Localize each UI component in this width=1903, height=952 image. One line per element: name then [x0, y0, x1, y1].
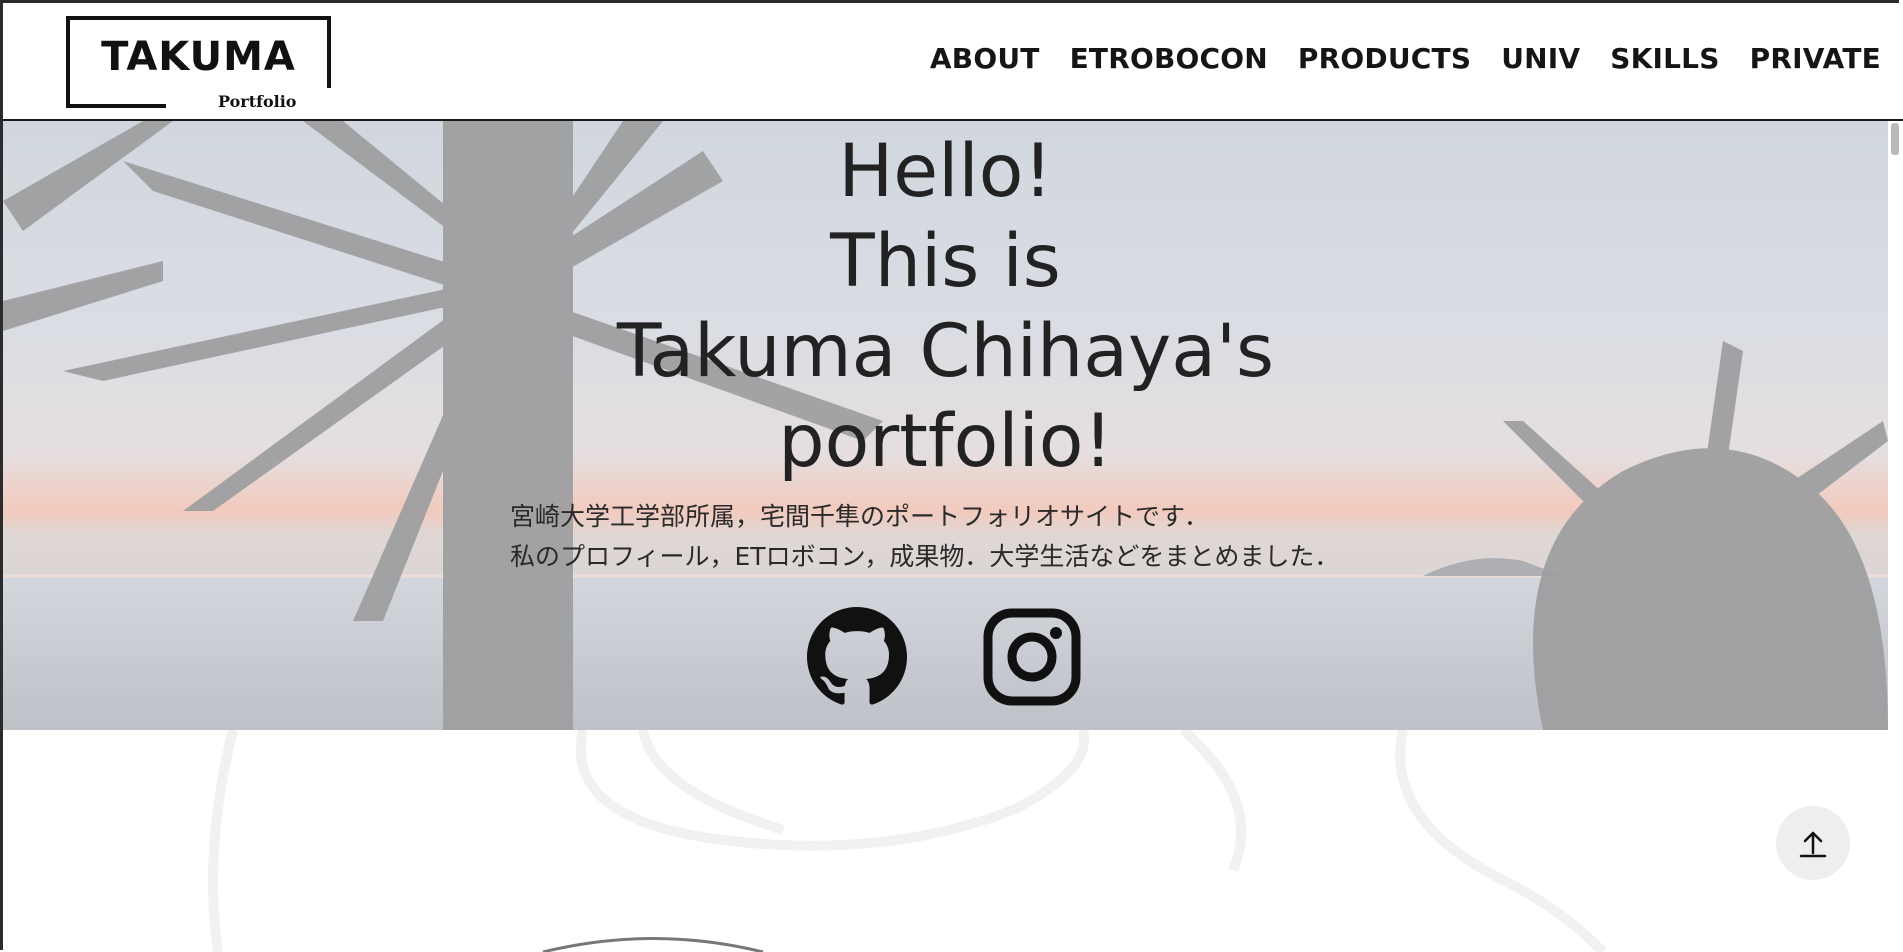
github-icon — [807, 607, 907, 705]
logo-title: TAKUMA — [101, 34, 296, 80]
nav-univ[interactable]: UNIV — [1501, 42, 1580, 75]
instagram-link[interactable] — [983, 608, 1081, 711]
instagram-icon — [983, 608, 1081, 706]
hero-title-line: Takuma Chihaya's — [616, 309, 1275, 394]
nav-products[interactable]: PRODUCTS — [1298, 42, 1471, 75]
scrollbar-thumb[interactable] — [1891, 123, 1899, 155]
logo-subtitle: Portfolio — [214, 92, 301, 111]
arrow-up-icon — [1799, 831, 1827, 858]
scroll-to-top-button[interactable] — [1776, 806, 1850, 880]
nav-skills[interactable]: SKILLS — [1610, 42, 1719, 75]
nav-etrobocon[interactable]: ETROBOCON — [1070, 42, 1268, 75]
hero-description-line: 宮崎大学工学部所属，宅間千隼のポートフォリオサイトです． — [510, 502, 1210, 531]
hero-title: Hello! This is Takuma Chihaya's portfoli… — [3, 127, 1888, 487]
hero-title-line: Hello! — [838, 129, 1053, 214]
decorative-background-lines — [208, 730, 1607, 952]
logo[interactable]: TAKUMA Portfolio — [66, 16, 331, 111]
github-link[interactable] — [806, 607, 908, 712]
hero-title-line: This is — [830, 219, 1061, 304]
hero-title-line: portfolio! — [778, 399, 1113, 484]
main-nav: ABOUT ETROBOCON PRODUCTS UNIV SKILLS PRI… — [930, 42, 1881, 75]
hero-section: Hello! This is Takuma Chihaya's portfoli… — [3, 121, 1888, 730]
hero-description-line: 私のプロフィール，ETロボコン，成果物．大学生活などをまとめました． — [510, 542, 1340, 571]
nav-about[interactable]: ABOUT — [930, 42, 1040, 75]
site-header: TAKUMA Portfolio ABOUT ETROBOCON PRODUCT… — [0, 0, 1903, 121]
hero-description: 宮崎大学工学部所属，宅間千隼のポートフォリオサイトです． 私のプロフィール，ET… — [510, 497, 1339, 577]
social-links — [806, 607, 1081, 712]
content-section — [3, 730, 1888, 952]
nav-private[interactable]: PRIVATE — [1750, 42, 1881, 75]
